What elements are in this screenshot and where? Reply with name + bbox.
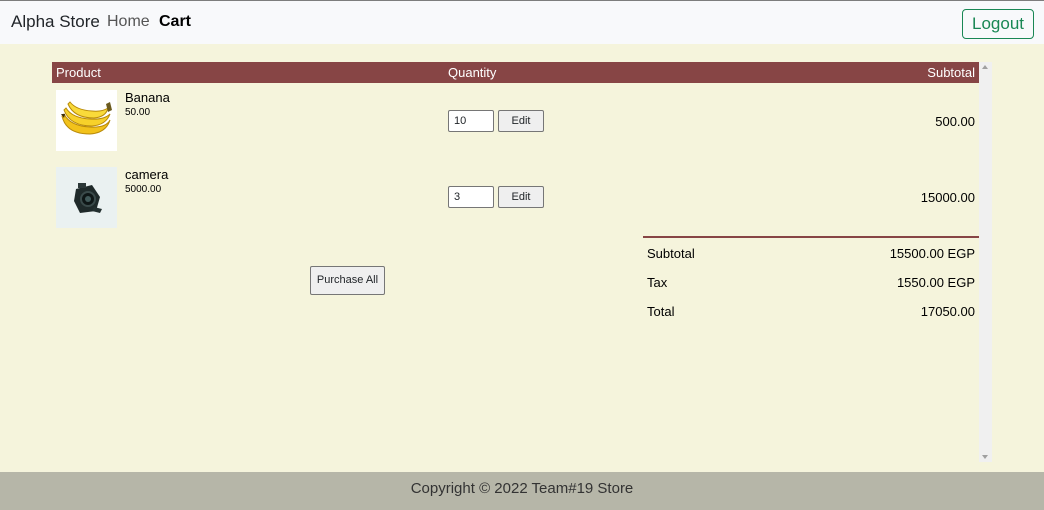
header-subtotal: Subtotal [927, 65, 975, 80]
total-label: Total [647, 304, 675, 319]
nav-cart-link[interactable]: Cart [159, 13, 191, 31]
copyright-text: Copyright © 2022 Team#19 Store [410, 480, 634, 497]
purchase-all-button[interactable]: Purchase All [310, 266, 385, 295]
row-subtotal: 15000.00 [920, 190, 975, 205]
total-value: 17050.00 [920, 304, 975, 319]
product-name: Banana [125, 90, 170, 105]
totals-summary: Subtotal 15500.00 EGP Tax 1550.00 EGP To… [643, 236, 979, 319]
product-price: 50.00 [125, 107, 151, 118]
logout-button[interactable]: Logout [962, 9, 1034, 39]
tax-value: 1550.00 EGP [896, 275, 975, 290]
header-quantity: Quantity [448, 65, 497, 80]
table-row: camera 5000.00 3 Edit 15000.00 [52, 167, 979, 237]
product-price: 5000.00 [125, 184, 162, 195]
navbar: Alpha Store Home Cart Logout [0, 0, 1044, 44]
cart-table-header: Product Quantity Subtotal [52, 62, 979, 83]
cart-scrollbar[interactable] [979, 62, 992, 462]
footer: Copyright © 2022 Team#19 Store [0, 472, 1044, 510]
subtotal-value: 15500.00 EGP [889, 246, 975, 261]
quantity-input[interactable]: 3 [448, 186, 494, 208]
subtotal-label: Subtotal [647, 246, 695, 261]
edit-button[interactable]: Edit [498, 186, 544, 208]
row-subtotal: 500.00 [935, 114, 975, 129]
nav-home-link[interactable]: Home [107, 13, 150, 31]
product-name: camera [125, 167, 169, 182]
scroll-up-arrow-icon[interactable] [982, 65, 988, 69]
camera-image [56, 167, 117, 228]
edit-button[interactable]: Edit [498, 110, 544, 132]
brand-link[interactable]: Alpha Store [11, 12, 100, 32]
header-product: Product [56, 65, 101, 80]
banana-image [56, 90, 117, 151]
scroll-down-arrow-icon[interactable] [982, 455, 988, 459]
tax-label: Tax [647, 275, 668, 290]
quantity-input[interactable]: 10 [448, 110, 494, 132]
table-row: Banana 50.00 10 Edit 500.00 [52, 90, 979, 160]
